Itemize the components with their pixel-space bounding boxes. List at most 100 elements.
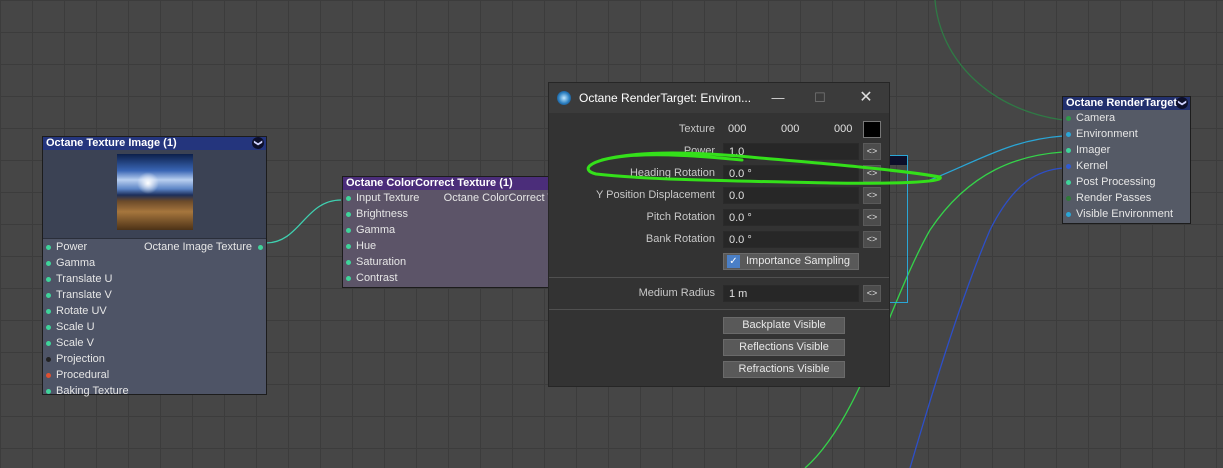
input-port-gamma[interactable]: Gamma (343, 222, 553, 238)
input-port-scale-v[interactable]: Scale V (43, 335, 266, 351)
texture-value-r[interactable]: 000 (728, 121, 746, 138)
input-port-contrast[interactable]: Contrast (343, 270, 553, 286)
port-dot-icon[interactable] (1066, 196, 1071, 201)
input-port-projection[interactable]: Projection (43, 351, 266, 367)
port-dot-icon[interactable] (1066, 180, 1071, 185)
port-dot-icon[interactable] (46, 245, 51, 250)
port-dot-icon[interactable] (46, 277, 51, 282)
divider (549, 309, 889, 310)
port-dot-icon[interactable] (1066, 212, 1071, 217)
input-port-imager[interactable]: Imager (1063, 142, 1190, 158)
importance-sampling-toggle[interactable]: ✓ Importance Sampling (723, 253, 859, 270)
dialog-title: Octane RenderTarget: Environ... (579, 91, 752, 105)
node-title[interactable]: Octane RenderTarget ❯ (1063, 97, 1190, 110)
node-title-label: Octane Texture Image (1) (46, 137, 177, 149)
input-port-gamma[interactable]: Gamma (43, 255, 266, 271)
input-port-power[interactable]: Power Octane Image Texture (43, 239, 266, 255)
param-input-pitch-rotation[interactable]: 0.0 ° (723, 209, 859, 226)
input-port-procedural[interactable]: Procedural (43, 367, 266, 383)
chevron-down-icon[interactable]: ❯ (252, 137, 264, 149)
colorcorrect-node[interactable]: Octane ColorCorrect Texture (1) Input Te… (342, 176, 559, 288)
param-label: Bank Rotation (645, 233, 715, 245)
minimize-button[interactable]: — (763, 87, 793, 109)
port-dot-icon[interactable] (46, 373, 51, 378)
port-dot-icon[interactable] (346, 260, 351, 265)
port-dot-icon[interactable] (346, 212, 351, 217)
input-port-label: Gamma (56, 257, 96, 269)
input-port-camera[interactable]: Camera (1063, 110, 1190, 126)
port-dot-icon[interactable] (1066, 148, 1071, 153)
port-dot-icon[interactable] (346, 244, 351, 249)
input-port-saturation[interactable]: Saturation (343, 254, 553, 270)
port-dot-icon[interactable] (346, 228, 351, 233)
input-port-baking-texture[interactable]: Baking Texture (43, 383, 266, 399)
param-input-power[interactable]: 1.0 (723, 143, 859, 160)
medium-radius-arrows-icon[interactable]: <> (863, 285, 881, 302)
port-dot-icon[interactable] (46, 341, 51, 346)
node-title-label: Octane ColorCorrect Texture (1) (346, 177, 513, 189)
texture-color-swatch[interactable] (863, 121, 881, 138)
port-dot-icon[interactable] (1066, 116, 1071, 121)
param-input-y-position-displacement[interactable]: 0.0 (723, 187, 859, 204)
port-dot-icon[interactable] (46, 293, 51, 298)
wire-camera (934, 0, 1064, 121)
render-target-node[interactable]: Octane RenderTarget ❯ Camera Environment I… (1062, 96, 1191, 224)
node-title[interactable]: Octane Texture Image (1) ❯ (43, 137, 266, 150)
port-dot-icon[interactable] (1066, 132, 1071, 137)
input-port-brightness[interactable]: Brightness (343, 206, 553, 222)
maximize-button[interactable]: ☐ (805, 87, 835, 109)
port-dot-icon[interactable] (46, 261, 51, 266)
param-row-bank-rotation: Bank Rotation 0.0 ° <> (549, 230, 889, 250)
input-port-translate-u[interactable]: Translate U (43, 271, 266, 287)
input-port-scale-u[interactable]: Scale U (43, 319, 266, 335)
input-list: Power Octane Image Texture Gamma Translate … (43, 239, 266, 399)
input-port-label: Post Processing (1076, 176, 1156, 188)
port-dot-icon[interactable] (46, 309, 51, 314)
texture-value-b[interactable]: 000 (834, 121, 852, 138)
param-arrows-icon[interactable]: <> (863, 231, 881, 248)
input-list: Camera Environment Imager Kernel Post Proces… (1063, 110, 1190, 222)
input-port-rotate-uv[interactable]: Rotate UV (43, 303, 266, 319)
input-port-hue[interactable]: Hue (343, 238, 553, 254)
checkbox-checked-icon[interactable]: ✓ (727, 255, 740, 268)
texture-image-node[interactable]: Octane Texture Image (1) ❯ Power Octane I… (42, 136, 267, 397)
output-port-dot-icon[interactable] (258, 245, 263, 250)
render-target-environment-dialog[interactable]: Octane RenderTarget: Environ... — ☐ ✕ Te… (548, 82, 890, 387)
port-dot-icon[interactable] (46, 389, 51, 394)
input-port-kernel[interactable]: Kernel (1063, 158, 1190, 174)
param-input-bank-rotation[interactable]: 0.0 ° (723, 231, 859, 248)
input-port-post-processing[interactable]: Post Processing (1063, 174, 1190, 190)
port-dot-icon[interactable] (46, 357, 51, 362)
param-input-heading-rotation[interactable]: 0.0 ° (723, 165, 859, 182)
input-port-input-texture[interactable]: Input Texture Octane ColorCorrect Te (343, 190, 559, 206)
input-port-label: Brightness (356, 208, 408, 220)
refractions-visible-button[interactable]: Refractions Visible (723, 361, 845, 378)
wire-environment (929, 135, 1064, 181)
node-title[interactable]: Octane ColorCorrect Texture (1) (343, 177, 553, 190)
medium-radius-input[interactable]: 1 m (723, 285, 859, 302)
port-dot-icon[interactable] (346, 276, 351, 281)
medium-radius-label: Medium Radius (638, 287, 715, 299)
texture-value-g[interactable]: 000 (781, 121, 799, 138)
close-button[interactable]: ✕ (851, 87, 881, 109)
input-port-environment[interactable]: Environment (1063, 126, 1190, 142)
param-arrows-icon[interactable]: <> (863, 187, 881, 204)
output-port-label: Octane ColorCorrect Te (443, 192, 559, 204)
input-port-label: Visible Environment (1076, 208, 1174, 220)
port-dot-icon[interactable] (46, 325, 51, 330)
chevron-down-icon[interactable]: ❯ (1176, 97, 1188, 109)
param-arrows-icon[interactable]: <> (863, 165, 881, 182)
port-dot-icon[interactable] (346, 196, 351, 201)
input-port-visible-environment[interactable]: Visible Environment (1063, 206, 1190, 222)
input-port-translate-v[interactable]: Translate V (43, 287, 266, 303)
medium-radius-row: Medium Radius 1 m <> (549, 284, 889, 304)
param-arrows-icon[interactable]: <> (863, 143, 881, 160)
input-port-render-passes[interactable]: Render Passes (1063, 190, 1190, 206)
node-title-label: Octane RenderTarget (1066, 97, 1178, 109)
port-dot-icon[interactable] (1066, 164, 1071, 169)
backplate-visible-button[interactable]: Backplate Visible (723, 317, 845, 334)
input-port-label: Saturation (356, 256, 407, 268)
dialog-titlebar[interactable]: Octane RenderTarget: Environ... — ☐ ✕ (549, 83, 889, 113)
reflections-visible-button[interactable]: Reflections Visible (723, 339, 845, 356)
param-arrows-icon[interactable]: <> (863, 209, 881, 226)
